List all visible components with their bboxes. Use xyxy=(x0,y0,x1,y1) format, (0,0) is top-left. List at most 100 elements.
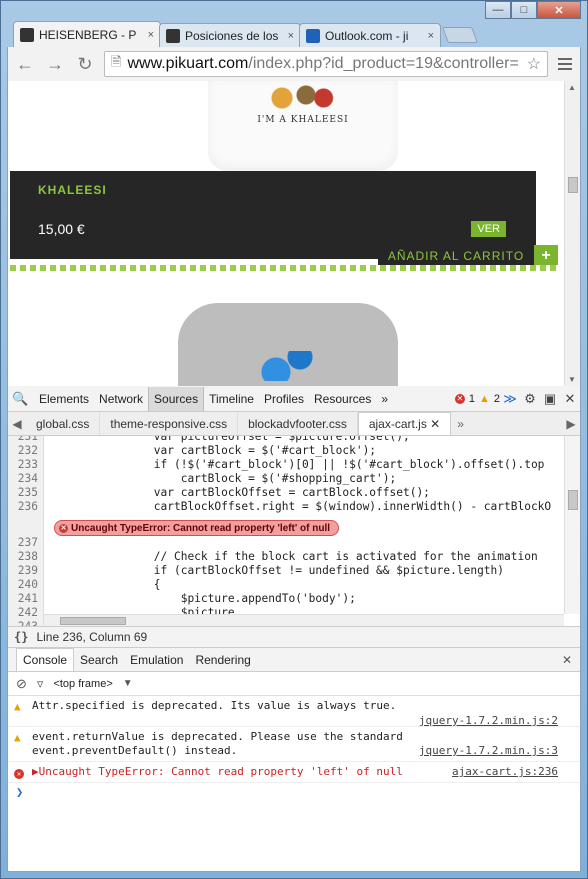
add-plus-button[interactable]: + xyxy=(534,245,558,267)
tab-timeline[interactable]: Timeline xyxy=(204,387,259,411)
line-number[interactable]: 241 xyxy=(8,592,38,606)
drawer-tab-console[interactable]: Console xyxy=(16,648,75,671)
add-to-cart-button[interactable]: AÑADIR AL CARRITO xyxy=(378,245,534,267)
line-number[interactable]: 233 xyxy=(8,458,38,472)
tab-heisenberg[interactable]: HEISENBERG - P × xyxy=(13,21,161,47)
minimize-button[interactable]: — xyxy=(485,1,511,19)
drawer-tab-emulation[interactable]: Emulation xyxy=(124,649,189,671)
umbrella-art-image xyxy=(244,351,324,381)
site-favicon-icon xyxy=(20,27,34,42)
scroll-down-icon[interactable]: ▼ xyxy=(568,375,576,384)
forward-arrow-icon[interactable]: → xyxy=(44,53,66,75)
message-source-link[interactable]: ajax-cart.js:236 xyxy=(452,765,558,778)
warning-icon: ▲ xyxy=(14,700,21,713)
scroll-up-icon[interactable]: ▲ xyxy=(568,83,576,92)
message-text: ▶Uncaught TypeError: Cannot read propert… xyxy=(32,765,403,778)
site-favicon-icon xyxy=(166,28,180,43)
tab-resources[interactable]: Resources xyxy=(309,387,376,411)
line-number[interactable]: 234 xyxy=(8,472,38,486)
error-warning-counts[interactable]: ✕ 1 ▲ 2 xyxy=(454,392,500,405)
scrollbar-thumb[interactable] xyxy=(568,177,578,193)
tab-outlook[interactable]: Outlook.com - ji × xyxy=(299,23,441,47)
navigator-toggle-icon[interactable]: ◀ xyxy=(8,417,26,431)
ver-button[interactable]: VER xyxy=(471,221,506,237)
devtools-panel: 🔍 Elements Network Sources Timeline Prof… xyxy=(7,386,581,872)
file-tab-ajax-cart-js[interactable]: ajax-cart.js ✕ xyxy=(357,412,452,435)
code-editor[interactable]: 231 var pictureOffset = $picture.offset(… xyxy=(8,436,580,626)
scrollbar-thumb[interactable] xyxy=(60,617,126,625)
shirt-caption: I'M A KHALEESI xyxy=(257,115,349,125)
debugger-toggle-icon[interactable]: ▶ xyxy=(562,417,580,431)
editor-vertical-scrollbar[interactable] xyxy=(564,436,580,614)
address-bar[interactable]: 🗎 www.pikuart.com/index.php?id_product=1… xyxy=(104,51,548,77)
line-number[interactable]: 242 xyxy=(8,606,38,620)
tab-close-icon[interactable]: × xyxy=(288,30,294,42)
pretty-print-button[interactable]: {} xyxy=(14,630,28,644)
settings-gear-icon[interactable]: ⚙ xyxy=(520,391,540,407)
new-tab-button[interactable] xyxy=(442,27,478,43)
line-number[interactable]: 236 xyxy=(8,500,38,514)
console-prompt[interactable]: ❯ xyxy=(8,783,580,799)
console-message[interactable]: ✕ ▶Uncaught TypeError: Cannot read prope… xyxy=(8,762,580,783)
url-host: www.pikuart.com xyxy=(127,55,249,72)
error-count: 1 xyxy=(468,392,475,405)
line-number[interactable]: 237 xyxy=(8,536,38,550)
reload-icon[interactable]: ↻ xyxy=(74,53,96,75)
close-drawer-icon[interactable]: ✕ xyxy=(562,653,572,667)
tab-sources[interactable]: Sources xyxy=(148,386,205,411)
file-tab-blockadvfooter-css[interactable]: blockadvfooter.css xyxy=(238,412,358,435)
bookmark-star-icon[interactable]: ☆ xyxy=(527,54,541,74)
chevron-down-icon[interactable]: ▼ xyxy=(123,678,133,689)
editor-horizontal-scrollbar[interactable] xyxy=(44,614,564,626)
code-line: 236 cartBlockOffset.right = $(window).in… xyxy=(8,500,568,514)
drawer-tab-search[interactable]: Search xyxy=(74,649,124,671)
back-arrow-icon[interactable]: ← xyxy=(14,53,36,75)
code-text: { xyxy=(46,578,161,591)
inspect-search-icon[interactable]: 🔍 xyxy=(12,391,34,407)
line-number[interactable]: 235 xyxy=(8,486,38,500)
close-file-icon[interactable]: ✕ xyxy=(430,417,440,431)
inline-error-message: ✕ Uncaught TypeError: Cannot read proper… xyxy=(54,520,340,536)
page-scrollbar[interactable]: ▲ ▼ xyxy=(564,81,580,386)
dock-icon[interactable]: ▣ xyxy=(540,391,560,407)
drawer-tab-rendering[interactable]: Rendering xyxy=(189,649,256,671)
file-tab-label: ajax-cart.js xyxy=(368,417,427,431)
filter-icon[interactable]: ▿ xyxy=(37,676,44,692)
scrollbar-thumb[interactable] xyxy=(568,490,578,510)
close-window-button[interactable]: ✕ xyxy=(537,1,581,19)
divider xyxy=(10,265,558,271)
tab-posiciones[interactable]: Posiciones de los × xyxy=(159,23,301,47)
code-line: 240 { xyxy=(8,578,568,592)
code-text: if (cartBlockOffset != undefined && $pic… xyxy=(46,564,505,577)
code-text: var pictureOffset = $picture.offset(); xyxy=(46,436,410,443)
tab-close-icon[interactable]: × xyxy=(428,30,434,42)
product-name[interactable]: KHALEESI xyxy=(38,183,107,197)
line-number[interactable]: 232 xyxy=(8,444,38,458)
message-source-link[interactable]: jquery-1.7.2.min.js:2 xyxy=(419,714,558,727)
code-text: $picture.appendTo('body'); xyxy=(46,592,356,605)
tab-close-icon[interactable]: × xyxy=(148,29,154,41)
tab-network[interactable]: Network xyxy=(94,387,148,411)
error-icon: ✕ xyxy=(454,393,465,404)
line-number[interactable]: 240 xyxy=(8,578,38,592)
file-tab-global-css[interactable]: global.css xyxy=(26,412,101,435)
line-number[interactable]: 238 xyxy=(8,550,38,564)
error-icon: ✕ xyxy=(59,523,68,533)
tab-elements[interactable]: Elements xyxy=(34,387,94,411)
maximize-button[interactable]: □ xyxy=(511,1,537,19)
line-number[interactable]: 231 xyxy=(8,436,38,444)
message-source-link[interactable]: jquery-1.7.2.min.js:3 xyxy=(419,744,558,757)
tab-profiles[interactable]: Profiles xyxy=(259,387,309,411)
clear-console-icon[interactable]: ⊘ xyxy=(16,676,27,692)
line-number[interactable]: 239 xyxy=(8,564,38,578)
frame-context-select[interactable]: <top frame> xyxy=(53,678,112,690)
file-tab-theme-responsive-css[interactable]: theme-responsive.css xyxy=(100,412,239,435)
console-drawer-icon[interactable]: ≫ xyxy=(500,391,520,407)
more-files-icon[interactable]: » xyxy=(451,417,470,431)
line-number[interactable]: 243 xyxy=(8,620,38,626)
tab-title: Outlook.com - ji xyxy=(325,28,409,43)
close-devtools-icon[interactable]: ✕ xyxy=(560,391,580,407)
more-tabs-icon[interactable]: » xyxy=(376,387,393,411)
chrome-menu-icon[interactable] xyxy=(556,58,574,70)
cursor-position: Line 236, Column 69 xyxy=(36,630,148,644)
